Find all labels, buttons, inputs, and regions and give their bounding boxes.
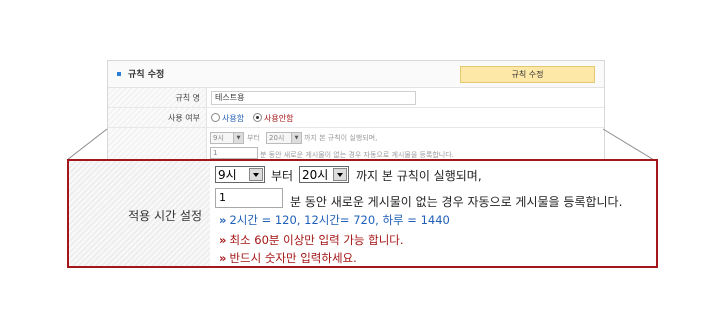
double-arrow-icon: »	[219, 213, 227, 227]
until-text: 까지 본 규칙이 실행되며,	[356, 169, 482, 183]
minutes-input[interactable]: 1	[215, 188, 283, 208]
note-numbers-only: » 반드시 숫자만 입력하세요.	[219, 251, 357, 265]
note-minimum: » 최소 60분 이상만 입력 가능 합니다.	[219, 233, 404, 247]
schedule-callout: 적용 시간 설정 9시 부터 20시 까지 본 규칙이 실행되며, 1 분 동안…	[67, 159, 658, 268]
double-arrow-icon: »	[219, 233, 227, 247]
chevron-down-icon	[249, 168, 263, 181]
hour-to-select[interactable]: 20시	[299, 166, 349, 183]
hour-from-select[interactable]: 9시	[215, 166, 265, 183]
double-arrow-icon: »	[219, 251, 227, 265]
chevron-down-icon	[333, 168, 347, 181]
schedule-label-cell: 적용 시간 설정	[69, 161, 210, 266]
schedule-label: 적용 시간 설정	[128, 209, 202, 223]
from-text: 부터	[271, 169, 294, 183]
minutes-text: 분 동안 새로운 게시물이 없는 경우 자동으로 게시물을 등록합니다.	[290, 195, 623, 209]
note-conversion: » 2시간 = 120, 12시간= 720, 하루 = 1440	[219, 213, 450, 227]
